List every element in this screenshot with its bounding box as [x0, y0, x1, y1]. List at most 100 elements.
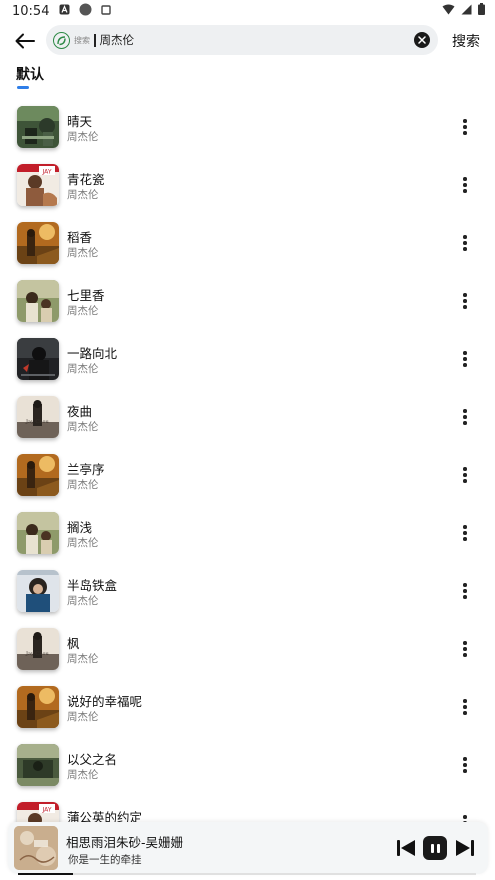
more-options-button[interactable] [455, 465, 475, 485]
svg-text:Jay Chou: Jay Chou [25, 419, 49, 425]
song-row[interactable]: JAY蒲公英的约定周杰伦 [0, 794, 495, 822]
more-vert-icon-dot [463, 357, 467, 361]
song-row[interactable]: 稻香 周杰伦 [0, 214, 495, 272]
song-row[interactable]: 半岛铁盒 周杰伦 [0, 562, 495, 620]
song-row[interactable]: 晴天 周杰伦 [0, 98, 495, 156]
more-options-button[interactable] [455, 175, 475, 195]
search-bar-row: 搜索 周杰伦 搜索 [0, 25, 495, 57]
song-row[interactable]: 说好的幸福呢 周杰伦 [0, 678, 495, 736]
song-artist: 周杰伦 [67, 131, 99, 143]
album-cover [17, 338, 59, 380]
song-artist: 周杰伦 [67, 363, 99, 375]
song-list[interactable]: 晴天 周杰伦 JAY 青花瓷 周杰伦 稻香 周杰伦 七里香 周杰伦 一路向北 周杰伦 Jay Chou… [0, 98, 495, 822]
album-cover [17, 570, 59, 612]
more-vert-icon-dot [463, 183, 467, 187]
song-title: 七里香 [67, 288, 105, 303]
more-options-button[interactable] [455, 813, 475, 822]
song-artist: 周杰伦 [67, 537, 99, 549]
song-artist: 周杰伦 [67, 653, 99, 665]
more-options-button[interactable] [455, 755, 475, 775]
now-playing-title: 相思雨泪朱砂-吴姗姗 [66, 835, 184, 850]
more-vert-icon-dot [463, 537, 467, 541]
more-options-button[interactable] [455, 697, 475, 717]
album-cover [17, 744, 59, 786]
mini-player[interactable]: 相思雨泪朱砂-吴姗姗 你是一生的牵挂 [8, 822, 488, 874]
song-artist: 周杰伦 [67, 711, 99, 723]
more-options-button[interactable] [455, 407, 475, 427]
more-vert-icon-dot [463, 705, 467, 709]
song-title: 稻香 [67, 230, 93, 245]
more-vert-icon [463, 409, 467, 413]
song-row[interactable]: 搁浅 周杰伦 [0, 504, 495, 562]
more-vert-icon [463, 699, 467, 703]
svg-text:Jay Chou: Jay Chou [25, 651, 49, 657]
previous-button[interactable] [396, 838, 416, 858]
song-title: 半岛铁盒 [67, 578, 118, 593]
app-logo-icon [53, 31, 70, 49]
more-options-button[interactable] [455, 233, 475, 253]
more-vert-icon-dot [463, 421, 467, 425]
song-row[interactable]: 兰亭序 周杰伦 [0, 446, 495, 504]
tab-default[interactable]: 默认 [16, 64, 44, 84]
more-vert-icon-dot [463, 131, 467, 135]
more-options-button[interactable] [455, 349, 475, 369]
more-vert-icon-dot [463, 595, 467, 599]
more-vert-icon-dot [463, 479, 467, 483]
more-vert-icon-dot [463, 589, 467, 593]
more-vert-icon-dot [463, 247, 467, 251]
song-title: 枫 [67, 636, 80, 651]
status-bar: 10:54 [0, 0, 495, 22]
svg-text:JAY: JAY [42, 807, 52, 814]
album-cover: JAY [17, 164, 59, 206]
more-options-button[interactable] [455, 523, 475, 543]
search-hint: 搜索 [74, 35, 90, 45]
song-artist: 周杰伦 [67, 595, 99, 607]
more-options-button[interactable] [455, 291, 475, 311]
album-cover [17, 280, 59, 322]
more-vert-icon [463, 177, 467, 181]
more-vert-icon [463, 293, 467, 297]
search-query[interactable]: 周杰伦 [100, 32, 135, 48]
song-title: 晴天 [67, 114, 93, 129]
more-vert-icon [463, 641, 467, 645]
back-button[interactable] [12, 28, 38, 54]
song-title: 搁浅 [67, 520, 93, 535]
song-title: 蒲公英的约定 [67, 810, 143, 822]
more-options-button[interactable] [455, 581, 475, 601]
song-row[interactable]: 七里香 周杰伦 [0, 272, 495, 330]
more-vert-icon-dot [463, 531, 467, 535]
song-row[interactable]: Jay Chou 枫周杰伦 [0, 620, 495, 678]
song-title: 兰亭序 [67, 462, 105, 477]
clear-search-button[interactable] [414, 32, 430, 48]
more-vert-icon-dot [463, 647, 467, 651]
battery-icon [478, 3, 485, 19]
search-button[interactable]: 搜索 [452, 31, 480, 51]
search-input[interactable]: 搜索 周杰伦 [46, 25, 438, 55]
album-cover [17, 106, 59, 148]
song-artist: 周杰伦 [67, 479, 99, 491]
pause-button[interactable] [423, 836, 447, 860]
more-vert-icon [463, 815, 467, 819]
song-row[interactable]: JAY 青花瓷 周杰伦 [0, 156, 495, 214]
more-options-button[interactable] [455, 117, 475, 137]
more-vert-icon-dot [463, 363, 467, 367]
more-vert-icon [463, 757, 467, 761]
more-vert-icon-dot [463, 241, 467, 245]
text-cursor [94, 33, 96, 47]
song-row[interactable]: 一路向北 周杰伦 [0, 330, 495, 388]
pause-icon [430, 843, 434, 853]
skip-previous-icon [397, 840, 415, 856]
album-cover: JAY [17, 802, 59, 822]
arrow-left-icon [15, 33, 35, 49]
notification-square-icon [101, 4, 112, 19]
song-row[interactable]: Jay Chou 夜曲 周杰伦 [0, 388, 495, 446]
song-artist: 周杰伦 [67, 305, 99, 317]
skip-next-icon [456, 840, 474, 856]
playback-progress[interactable] [18, 873, 476, 875]
song-title: 一路向北 [67, 346, 118, 361]
album-cover [17, 222, 59, 264]
next-button[interactable] [455, 838, 475, 858]
song-row[interactable]: 以父之名 周杰伦 [0, 736, 495, 794]
album-cover [17, 686, 59, 728]
more-options-button[interactable] [455, 639, 475, 659]
